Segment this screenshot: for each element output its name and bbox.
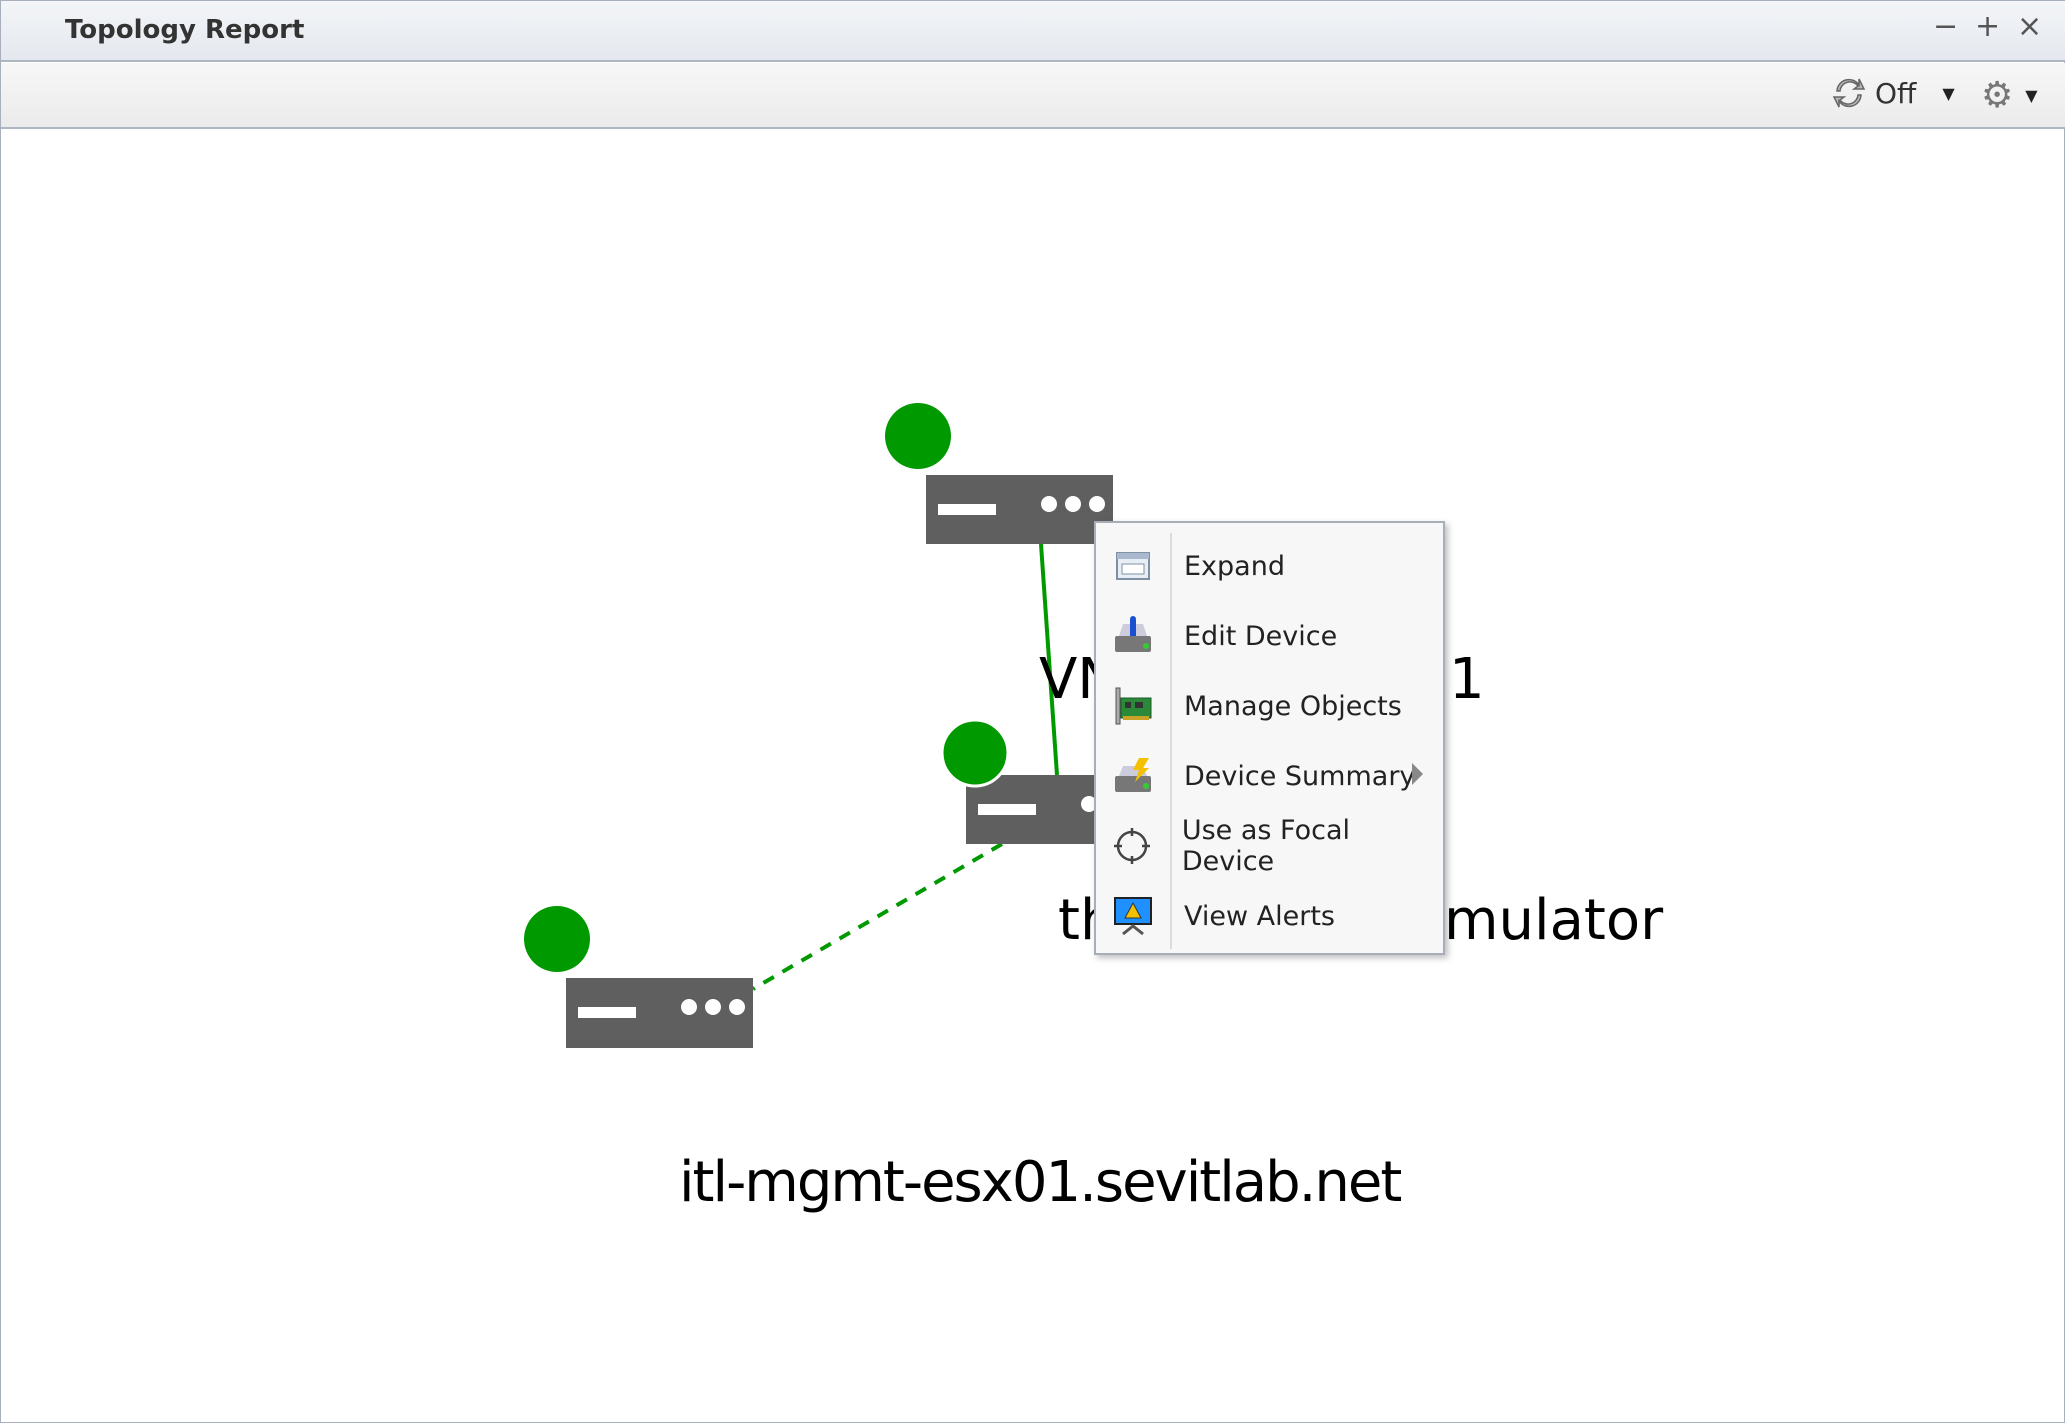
menu-item-expand[interactable]: Expand — [1096, 531, 1443, 601]
menu-item-manage-objects[interactable]: Manage Objects — [1096, 671, 1443, 741]
network-card-icon — [1096, 686, 1170, 726]
node-label: itl-mgmt-esx01.sevitlab.net — [679, 1150, 1402, 1215]
status-indicator — [940, 718, 1010, 788]
chevron-down-icon: ▼ — [1942, 83, 1955, 103]
chevron-down-icon: ▼ — [2025, 86, 2038, 105]
window-title: Topology Report — [65, 15, 305, 45]
menu-item-device-summary[interactable]: Device Summary — [1096, 741, 1443, 811]
device-summary-icon — [1096, 756, 1170, 796]
crosshair-icon — [1096, 827, 1168, 865]
menu-item-edit-device[interactable]: Edit Device — [1096, 601, 1443, 671]
menu-item-use-as-focal-device[interactable]: Use as Focal Device — [1096, 811, 1443, 881]
device-node[interactable] — [524, 906, 753, 1048]
gear-icon: ⚙ — [1981, 75, 2014, 116]
settings-dropdown[interactable]: ⚙ ▼ — [1981, 75, 2038, 116]
link-dashed — [751, 842, 1004, 991]
refresment-icon — [1832, 78, 1866, 108]
status-indicator — [885, 403, 951, 469]
maximize-button[interactable]: + — [1975, 9, 2000, 44]
topology-graph — [524, 403, 1153, 1048]
alert-monitor-icon — [1096, 896, 1170, 936]
minimize-button[interactable]: − — [1933, 9, 1958, 44]
menu-item-view-alerts[interactable]: View Alerts — [1096, 881, 1443, 951]
refresh-label: Off — [1875, 76, 1917, 110]
title-bar: Topology Report − + × — [1, 1, 2065, 62]
toolbar: Off ▼ ⚙ ▼ — [1, 63, 2065, 129]
status-indicator — [524, 906, 590, 972]
auto-refresh-dropdown[interactable]: Off ▼ — [1831, 75, 1955, 111]
submenu-arrow-icon — [1412, 763, 1423, 785]
context-menu: Expand Edit Device Manage Objects Device… — [1094, 521, 1445, 955]
node-label: 1 — [1449, 647, 1485, 712]
topology-canvas[interactable]: VN 1 th mulator itl-mgmt-esx01.sevitlab.… — [1, 131, 2065, 1424]
window-icon — [1096, 550, 1170, 582]
edit-device-icon — [1096, 616, 1170, 656]
node-label: mulator — [1444, 888, 1664, 953]
close-button[interactable]: × — [2017, 9, 2042, 44]
device-node[interactable] — [885, 403, 1113, 544]
